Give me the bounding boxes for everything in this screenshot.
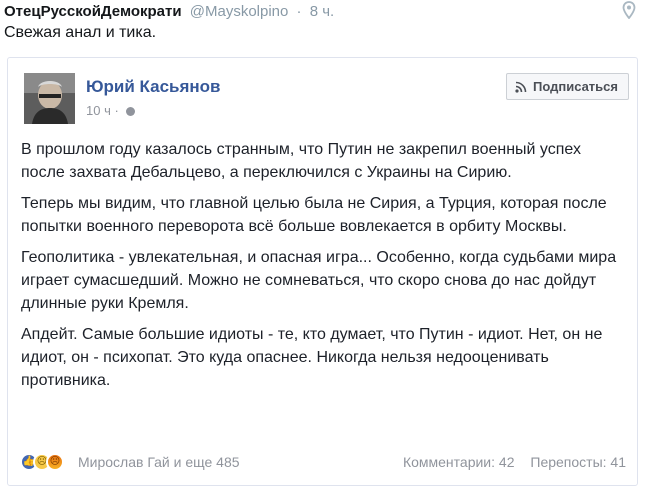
tweet-timestamp[interactable]: 8 ч.	[310, 3, 335, 20]
post-timestamp[interactable]: 10 ч	[86, 103, 111, 118]
shares-count[interactable]: Перепосты: 41	[530, 454, 626, 470]
post-paragraph: Геополитика - увлекательная, и опасная и…	[21, 249, 617, 312]
reactions-icons[interactable]: 👍 ☹ ☹	[20, 453, 64, 471]
post-paragraph: Апдейт. Самые большие идиоты - те, кто д…	[21, 326, 603, 389]
post-paragraph: Теперь мы видим, что главной целью была …	[21, 195, 607, 235]
facebook-post-card: Юрий Касьянов 10 ч · Подписаться В прошл…	[7, 57, 638, 486]
subscribe-button[interactable]: Подписаться	[505, 73, 629, 100]
reactions-summary[interactable]: Мирослав Гай и еще 485	[78, 453, 240, 471]
tweet-author-handle[interactable]: @Mayskolpino	[190, 3, 289, 20]
post-footer: 👍 ☹ ☹ Мирослав Гай и еще 485 Комментарии…	[20, 453, 626, 471]
rss-icon	[515, 81, 527, 93]
separator-dot: ·	[114, 103, 123, 118]
tweet-text: Свежая анал и тика.	[4, 24, 157, 41]
post-body: В прошлом году казалось странным, что Пу…	[21, 138, 627, 400]
post-author-name[interactable]: Юрий Касьянов	[86, 76, 221, 98]
comments-count[interactable]: Комментарии: 42	[403, 454, 515, 470]
tweet-header: ОтецРусскойДемократи @Mayskolpino · 8 ч.	[4, 2, 644, 22]
post-paragraph: В прошлом году казалось странным, что Пу…	[21, 141, 581, 181]
post-stats: Комментарии: 42 Перепосты: 41	[403, 453, 626, 471]
globe-icon	[126, 107, 136, 117]
post-meta: 10 ч ·	[86, 102, 136, 120]
map-pin-icon	[622, 1, 636, 19]
tweet-author-name[interactable]: ОтецРусскойДемократи	[4, 3, 182, 20]
angry-icon: ☹	[46, 453, 64, 471]
subscribe-label: Подписаться	[532, 79, 618, 94]
tweet-separator: ·	[296, 3, 302, 20]
avatar[interactable]	[24, 73, 75, 124]
